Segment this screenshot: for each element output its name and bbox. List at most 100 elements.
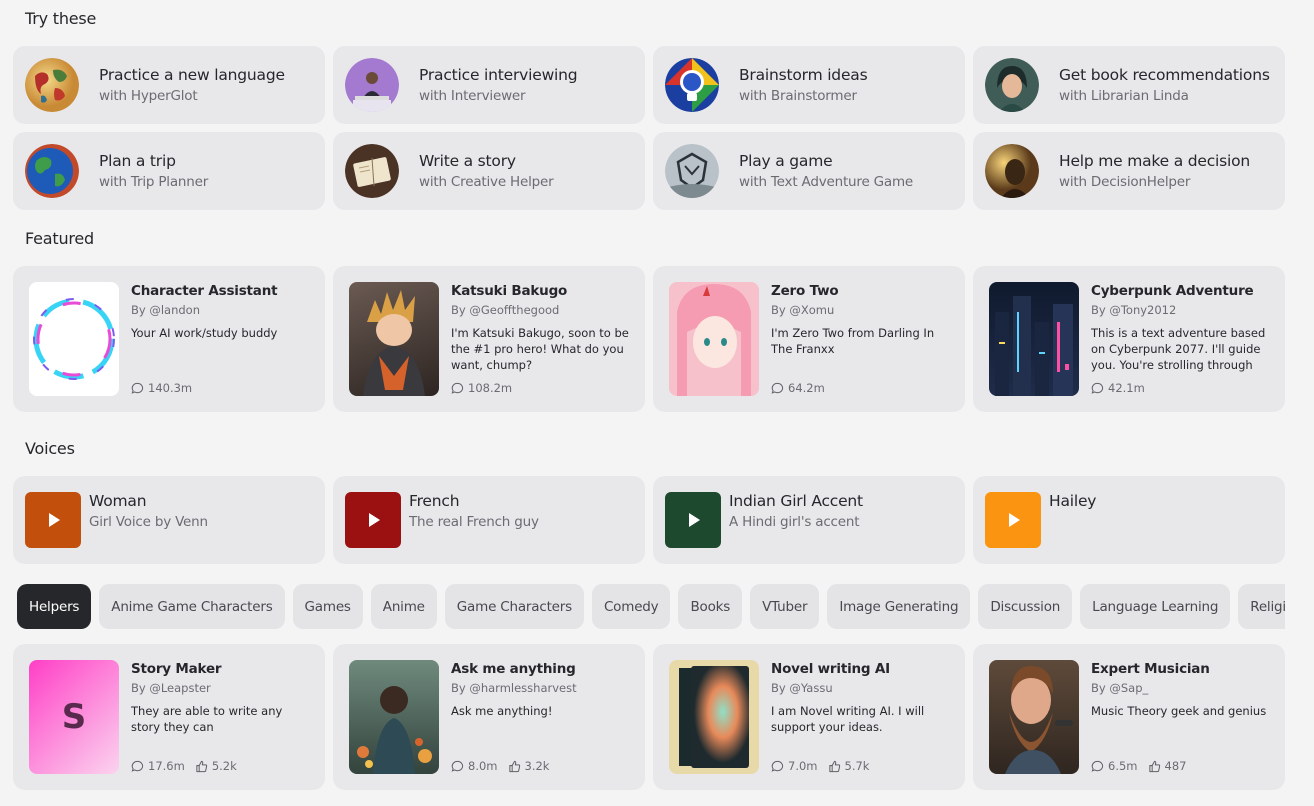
try-card-story[interactable]: Write a story with Creative Helper (333, 132, 645, 210)
featured-card-character-assistant[interactable]: Character Assistant By @landon Your AI w… (13, 266, 325, 412)
voice-card-french[interactable]: French The real French guy (333, 476, 645, 564)
play-voice-button[interactable] (985, 492, 1041, 548)
tab-image-generating[interactable]: Image Generating (827, 584, 971, 629)
play-icon (369, 513, 380, 527)
featured-card-name: Katsuki Bakugo (451, 283, 568, 299)
featured-card-author[interactable]: By @Xomu (771, 303, 949, 317)
voice-card-indian-girl-accent[interactable]: Indian Girl Accent A Hindi girl's accent (653, 476, 965, 564)
featured-grid: Character Assistant By @landon Your AI w… (13, 266, 1285, 412)
play-voice-button[interactable] (345, 492, 401, 548)
tab-game-characters[interactable]: Game Characters (444, 584, 584, 629)
helper-card-novel-writing-ai[interactable]: Novel writing AI By @Yassu I am Novel wr… (653, 644, 965, 790)
helper-card-author[interactable]: By @Yassu (771, 681, 949, 695)
try-card-subtitle: with Text Adventure Game (739, 174, 914, 190)
helper-card-description: Music Theory geek and genius (1091, 704, 1267, 718)
like-count-value: 487 (1164, 759, 1187, 773)
helper-card-author[interactable]: By @Leapster (131, 681, 309, 695)
helper-card-name: Story Maker (131, 661, 222, 677)
try-card-title: Help me make a decision (1059, 152, 1251, 170)
like-count: 487 (1148, 759, 1187, 773)
voice-name: French (409, 492, 460, 510)
tab-anime[interactable]: Anime (370, 584, 437, 629)
helper-card-name: Ask me anything (451, 661, 576, 677)
world-map-globe-icon (25, 58, 79, 112)
like-count: 3.2k (508, 759, 550, 773)
tab-books[interactable]: Books (678, 584, 743, 629)
chat-bubble-icon (771, 760, 784, 772)
voices-grid: Woman Girl Voice by Venn French The real… (13, 476, 1285, 564)
like-count-value: 5.7k (844, 759, 870, 773)
thumbs-up-icon (1148, 760, 1160, 772)
try-card-language[interactable]: Practice a new language with HyperGlot (13, 46, 325, 124)
featured-card-description: This is a text adventure based on Cyberp… (1091, 326, 1266, 372)
try-card-subtitle: with Brainstormer (739, 88, 857, 104)
featured-card-description: Your AI work/study buddy (131, 326, 278, 340)
tab-vtuber[interactable]: VTuber (750, 584, 820, 629)
chat-count: 7.0m (771, 759, 818, 773)
helper-card-expert-musician[interactable]: Expert Musician By @Sap_ Music Theory ge… (973, 644, 1285, 790)
play-voice-button[interactable] (665, 492, 721, 548)
tab-helpers[interactable]: Helpers (17, 584, 92, 629)
like-count-value: 5.2k (211, 759, 237, 773)
chat-count-value: 7.0m (788, 759, 818, 773)
cyberpunk-city-image (989, 282, 1079, 396)
helper-card-description: They are able to write any story they ca… (131, 704, 283, 734)
try-card-brainstorm[interactable]: Brainstorm ideas with Brainstormer (653, 46, 965, 124)
try-card-books[interactable]: Get book recommendations with Librarian … (973, 46, 1285, 124)
character-assistant-avatar (29, 282, 119, 396)
chat-count-value: 64.2m (788, 381, 825, 395)
featured-card-katsuki-bakugo[interactable]: Katsuki Bakugo By @Geoffthegood I'm Kats… (333, 266, 645, 412)
voice-card-woman[interactable]: Woman Girl Voice by Venn (13, 476, 325, 564)
expert-musician-avatar (989, 660, 1079, 774)
play-icon (49, 513, 60, 527)
chat-count-value: 6.5m (1108, 759, 1138, 773)
helper-card-description: Ask me anything! (451, 704, 553, 718)
featured-card-author[interactable]: By @Geoffthegood (451, 303, 629, 317)
helper-card-author[interactable]: By @harmlessharvest (451, 681, 629, 695)
like-count-value: 3.2k (524, 759, 550, 773)
voice-description: The real French guy (409, 514, 539, 530)
helper-card-name: Novel writing AI (771, 661, 890, 677)
game-emblem-icon (665, 144, 719, 198)
tab-anime-game-characters[interactable]: Anime Game Characters (99, 584, 285, 629)
helper-card-author[interactable]: By @Sap_ (1091, 681, 1269, 695)
featured-card-cyberpunk-adventure[interactable]: Cyberpunk Adventure By @Tony2012 This is… (973, 266, 1285, 412)
try-card-trip[interactable]: Plan a trip with Trip Planner (13, 132, 325, 210)
try-card-game[interactable]: Play a game with Text Adventure Game (653, 132, 965, 210)
featured-card-zero-two[interactable]: Zero Two By @Xomu I'm Zero Two from Darl… (653, 266, 965, 412)
chat-count-value: 8.0m (468, 759, 498, 773)
librarian-avatar (985, 58, 1039, 112)
interviewer-avatar (345, 58, 399, 112)
voice-card-hailey[interactable]: Hailey (973, 476, 1285, 564)
chat-bubble-icon (451, 382, 464, 394)
chat-count: 64.2m (771, 381, 825, 395)
featured-card-name: Cyberpunk Adventure (1091, 283, 1254, 299)
try-card-title: Write a story (419, 152, 516, 170)
featured-card-name: Zero Two (771, 283, 839, 299)
try-card-decision[interactable]: Help me make a decision with DecisionHel… (973, 132, 1285, 210)
section-title-try-these: Try these (25, 9, 97, 28)
tab-language-learning[interactable]: Language Learning (1080, 584, 1231, 629)
try-card-subtitle: with Interviewer (419, 88, 526, 104)
helper-card-story-maker[interactable]: S Story Maker By @Leapster They are able… (13, 644, 325, 790)
zero-two-avatar (669, 282, 759, 396)
featured-card-author[interactable]: By @Tony2012 (1091, 303, 1269, 317)
helpers-grid: S Story Maker By @Leapster They are able… (13, 644, 1285, 790)
voice-description: Girl Voice by Venn (89, 514, 208, 530)
helper-card-ask-me-anything[interactable]: Ask me anything By @harmlessharvest Ask … (333, 644, 645, 790)
play-voice-button[interactable] (25, 492, 81, 548)
featured-card-author[interactable]: By @landon (131, 303, 309, 317)
helper-card-description: I am Novel writing AI. I will support yo… (771, 704, 925, 734)
tab-religion[interactable]: Religion (1238, 584, 1285, 629)
tab-games[interactable]: Games (292, 584, 363, 629)
try-card-title: Plan a trip (99, 152, 176, 170)
katsuki-bakugo-avatar (349, 282, 439, 396)
thumbs-up-icon (196, 760, 207, 772)
tab-comedy[interactable]: Comedy (591, 584, 671, 629)
earth-globe-icon (25, 144, 79, 198)
tab-discussion[interactable]: Discussion (978, 584, 1073, 629)
chat-count-value: 42.1m (1108, 381, 1145, 395)
try-card-interviewing[interactable]: Practice interviewing with Interviewer (333, 46, 645, 124)
helper-card-stats: 6.5m 487 (1091, 759, 1269, 773)
chat-count: 8.0m (451, 759, 498, 773)
